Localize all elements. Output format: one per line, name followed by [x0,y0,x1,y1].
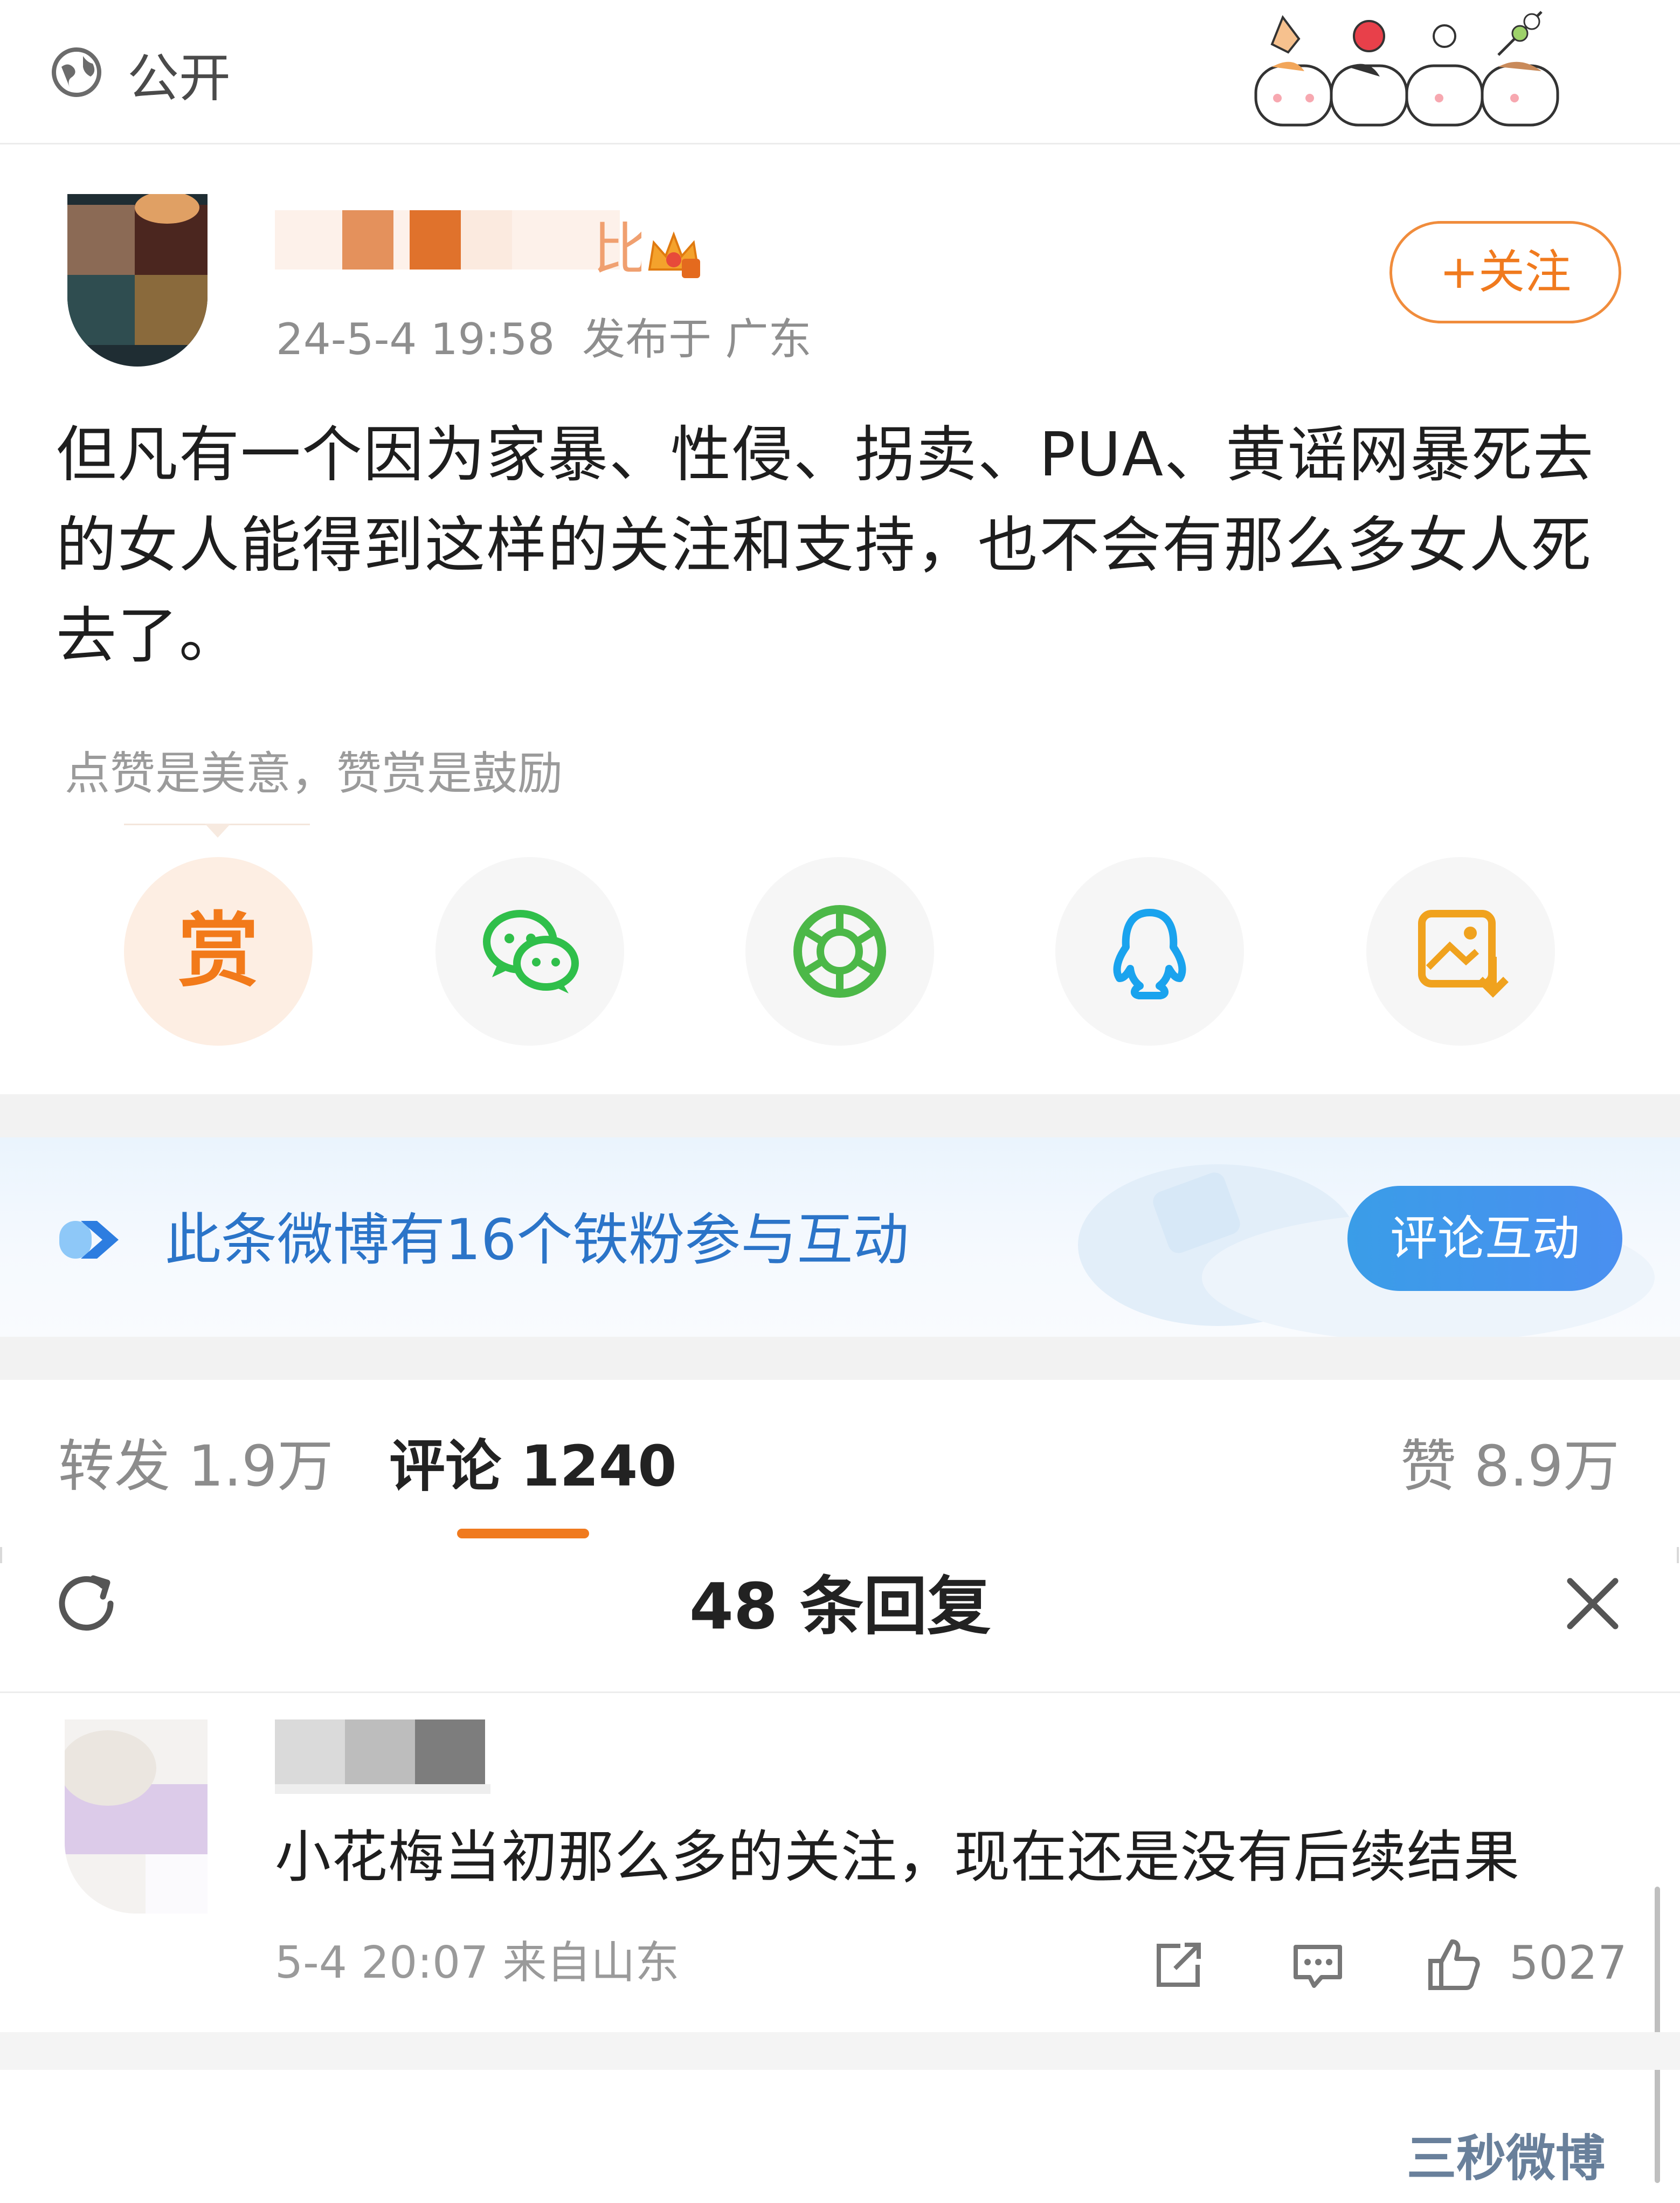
section-separator [0,1337,1680,1380]
commenter-avatar[interactable] [65,1719,208,1914]
section-separator [0,1094,1680,1137]
author-avatar[interactable] [67,194,208,367]
moments-icon [793,905,886,998]
qq-icon [1113,909,1186,999]
close-icon[interactable] [1560,1571,1625,1636]
share-moments-button[interactable] [745,857,934,1046]
share-wechat-button[interactable] [435,857,624,1046]
fan-badge-icon [59,1221,119,1259]
visibility-label: 公开 [127,48,231,108]
share-comment-icon[interactable] [1148,1935,1207,1994]
post-location: 发布于 广东 [582,314,812,364]
comment-text: 小花梅当初那么多的关注，现在还是没有后续结果 [275,1824,1520,1890]
save-image-button[interactable] [1366,857,1555,1046]
post-meta: 24-5-4 19:58 发布于 广东 [276,313,812,367]
share-qq-button[interactable] [1055,857,1244,1046]
fan-interaction-text: 此条微博有16个铁粉参与互动 [165,1207,909,1273]
watermark: 三秒微博 [1407,2130,1606,2187]
divider [0,1691,1680,1693]
reward-button[interactable]: 赏 [124,857,313,1046]
save-image-icon [1418,910,1509,998]
comment-interact-button[interactable]: 评论互动 [1347,1186,1622,1291]
like-count: 5027 [1509,1936,1627,1990]
commenter-name-obscured[interactable] [275,1719,496,1795]
tab-like[interactable]: 赞 8.9万 [1400,1434,1619,1498]
tab-repost[interactable]: 转发 1.9万 [58,1434,333,1498]
section-separator [0,2032,1680,2070]
reward-tip: 点赞是美意，赞赏是鼓励 [65,747,563,800]
follow-button[interactable]: +关注 [1389,221,1621,323]
comment-meta: 5-4 20:07 来自山东 [275,1937,680,1988]
author-name-suffix: 比 [593,216,641,275]
globe-icon [52,47,101,97]
replies-title: 48 条回复 [689,1569,991,1643]
tab-comment[interactable]: 评论 1240 [389,1434,677,1498]
author-name-obscured[interactable]: 比 [275,205,641,275]
like-icon[interactable] [1423,1935,1482,1994]
cat-sticker-decoration [1254,11,1559,127]
panel-edge [1677,1547,1679,1563]
post-text: 但凡有一个因为家暴、性侵、拐卖、PUA、黄谣网暴死去的女人能得到这样的关注和支持… [56,420,1595,671]
wechat-icon [483,910,579,993]
active-tab-indicator [457,1529,589,1538]
panel-edge [0,1547,2,1563]
reply-comment-icon[interactable] [1288,1935,1347,1994]
tip-caret [205,824,231,838]
crown-icon [648,231,700,278]
reward-label: 赏 [177,904,259,998]
divider [0,143,1680,144]
refresh-icon[interactable] [51,1569,121,1639]
post-timestamp: 24-5-4 19:58 [276,314,555,364]
